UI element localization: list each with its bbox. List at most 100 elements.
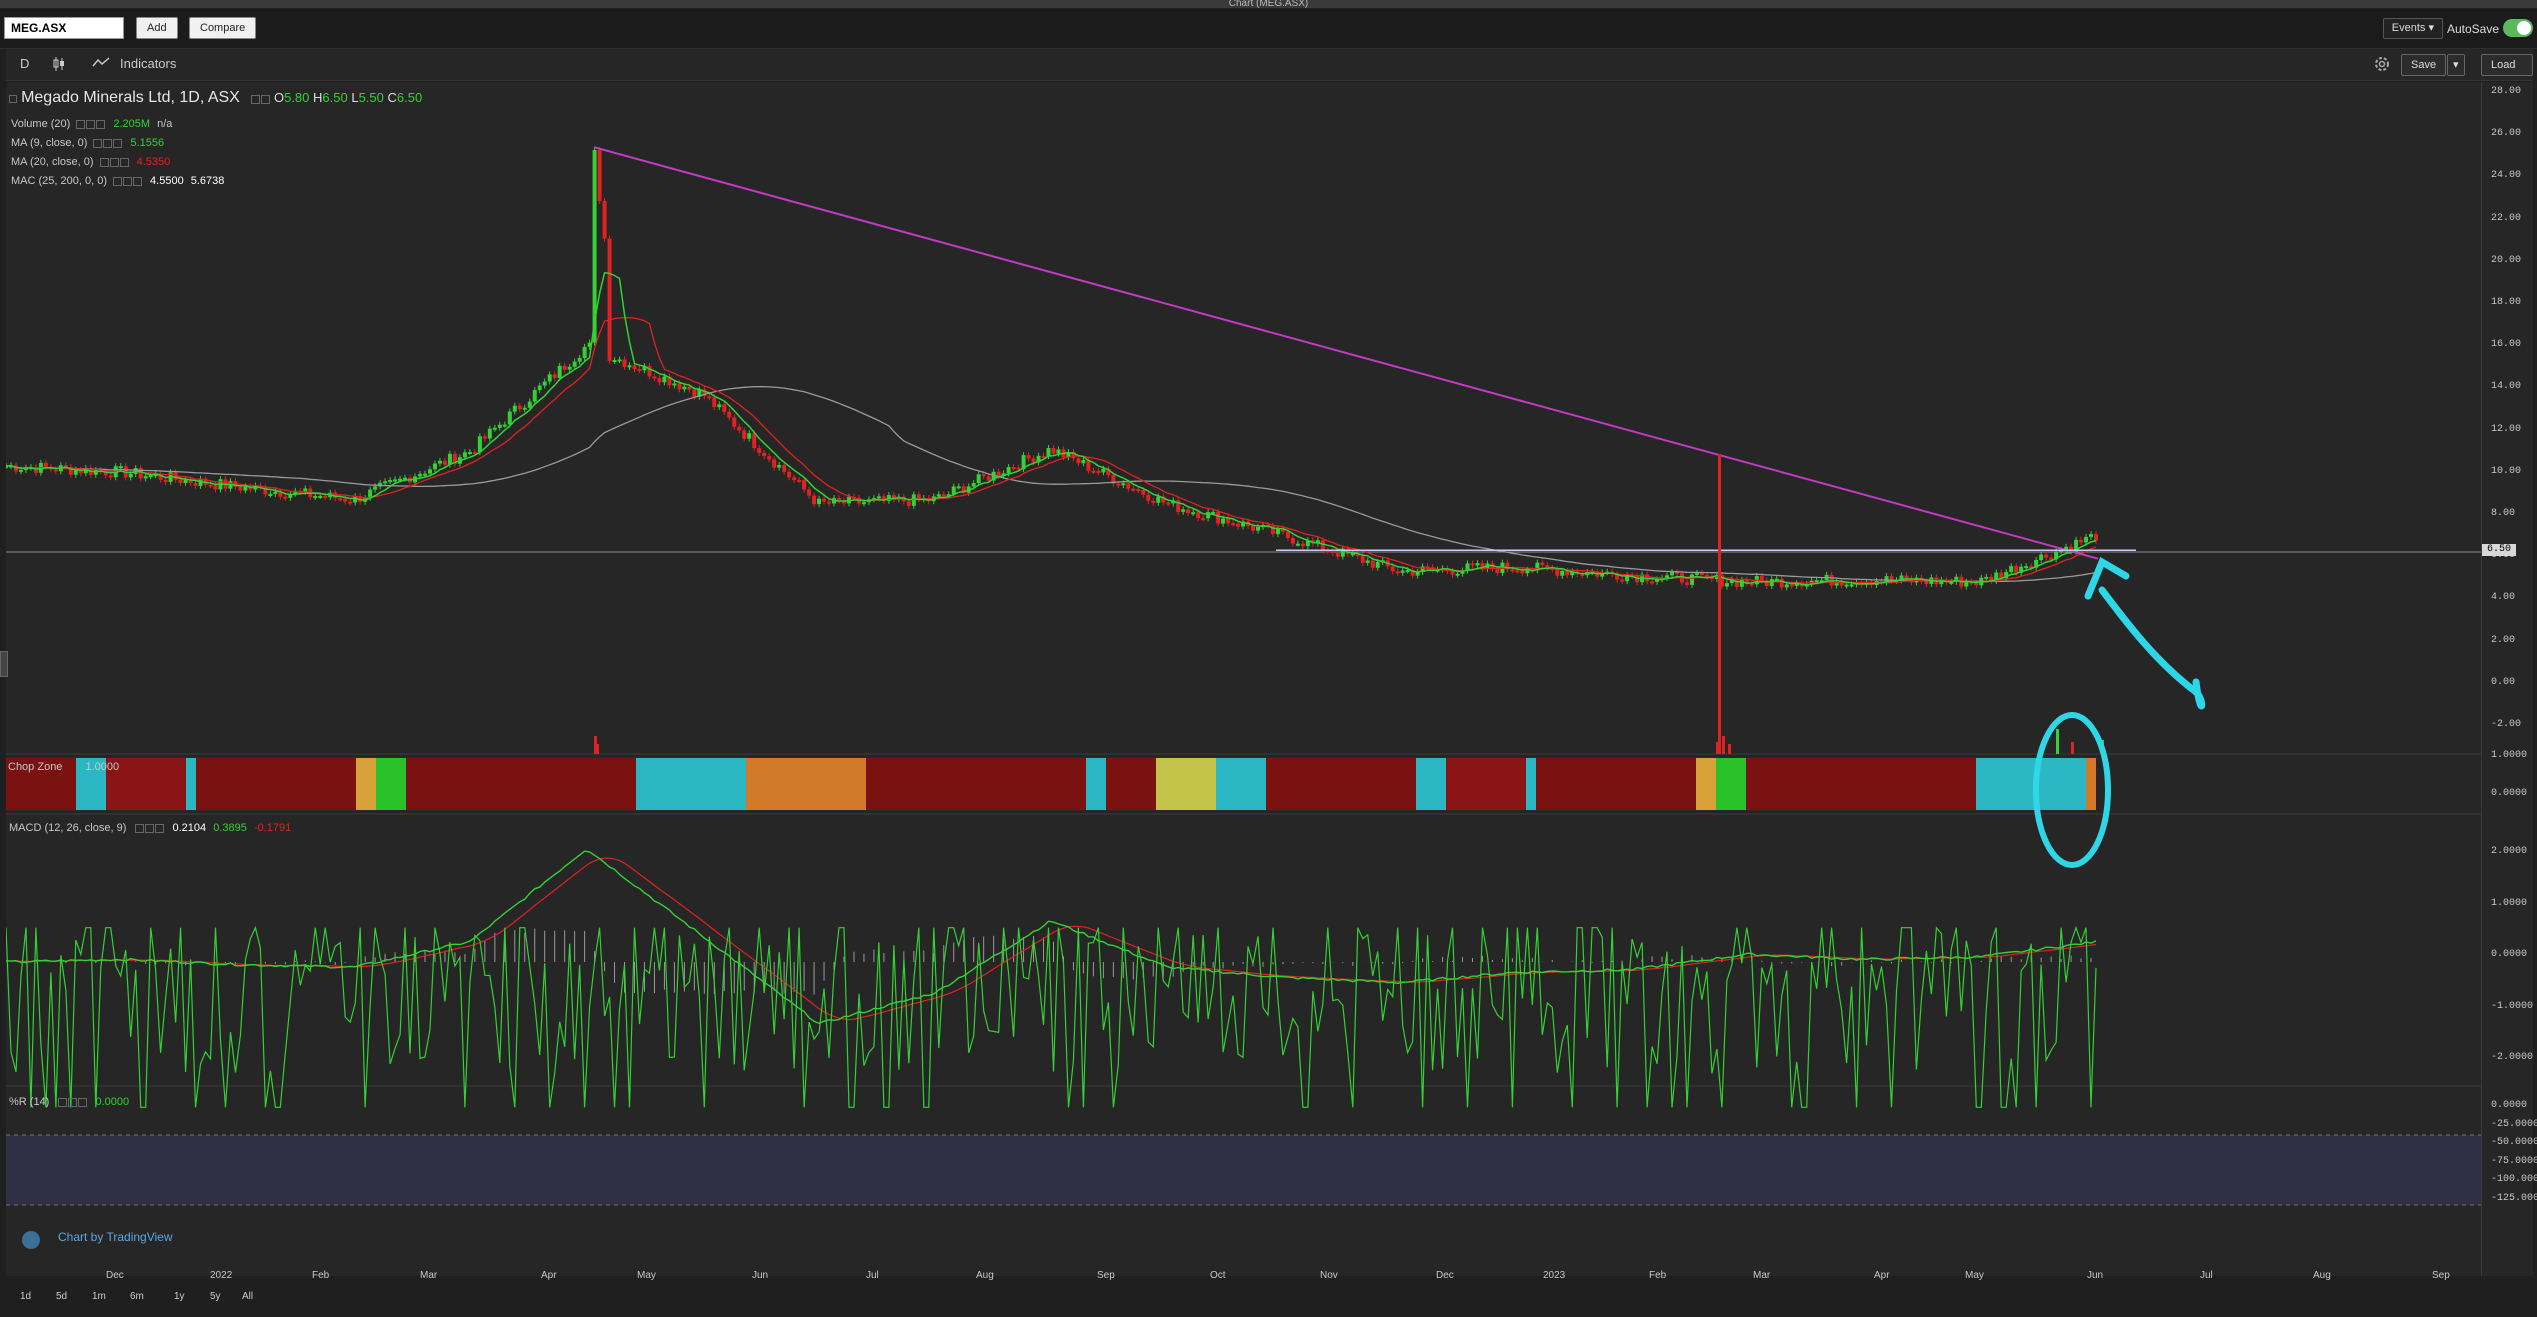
load-button[interactable]: Load ▾	[2481, 54, 2533, 91]
williams-settings-icon[interactable]	[68, 1097, 78, 1107]
macd-eye-icon[interactable]	[135, 823, 145, 833]
collapse-legend-icon[interactable]	[9, 95, 17, 104]
macd-settings-icon[interactable]	[145, 823, 155, 833]
williams-eye-icon[interactable]	[58, 1097, 68, 1107]
save-options-chevron-down-icon[interactable]: ▾	[2447, 54, 2465, 76]
candle-body	[2039, 554, 2044, 561]
candle-body	[1470, 563, 1475, 566]
price-chart[interactable]	[6, 82, 2481, 1276]
candle-body	[1046, 448, 1051, 457]
symbol-title: Megado Minerals Ltd, 1D, ASX	[21, 89, 240, 106]
candle-body	[477, 436, 482, 453]
autosave-toggle[interactable]	[2503, 19, 2533, 37]
range-button-5y[interactable]: 5y	[210, 1291, 221, 1302]
indicators-button[interactable]: Indicators	[120, 56, 176, 71]
add-button[interactable]: Add	[136, 17, 178, 39]
chop-segment	[1976, 758, 2086, 810]
time-axis-label: Sep	[1097, 1270, 1115, 1281]
indicator-legend[interactable]: MA (20, close, 0) 4.5350	[11, 156, 170, 168]
candle-body	[178, 479, 183, 483]
indicator-label: MA (9, close, 0)	[11, 137, 88, 149]
indicator-eye-icon[interactable]	[93, 138, 103, 148]
range-button-1m[interactable]: 1m	[92, 1291, 106, 1302]
indicator-settings-icon[interactable]	[123, 176, 132, 186]
candle-body	[672, 383, 677, 386]
indicator-eye-icon[interactable]	[113, 176, 122, 186]
indicator-legend[interactable]: MA (9, close, 0) 5.1556	[11, 137, 164, 149]
candle-body	[2094, 534, 2098, 541]
indicator-close-icon[interactable]	[113, 138, 123, 148]
interval-button[interactable]: D	[20, 56, 29, 71]
candle-body	[951, 486, 956, 495]
indicator-settings-icon[interactable]	[103, 138, 113, 148]
indicator-close-icon[interactable]	[133, 176, 142, 186]
candle-body	[1141, 490, 1146, 495]
williams-close-icon[interactable]	[78, 1097, 88, 1107]
indicator-eye-icon[interactable]	[99, 157, 109, 167]
macd-legend: MACD (12, 26, close, 9) 0.2104 0.3895 -0…	[9, 822, 291, 834]
candle-body	[1101, 468, 1106, 473]
wr-axis-label: -100.0000	[2491, 1174, 2537, 1185]
legend-settings-icon[interactable]	[260, 94, 270, 104]
candle-body	[936, 494, 941, 497]
indicator-settings-icon[interactable]	[109, 157, 119, 167]
candle-body	[1924, 581, 1929, 585]
candle-body	[1226, 518, 1231, 524]
candle-body	[1814, 580, 1819, 583]
price-axis-label: 8.00	[2491, 508, 2516, 519]
symbol-input[interactable]	[4, 17, 124, 39]
price-axis-label: 18.00	[2491, 297, 2522, 308]
legend-eye-icon[interactable]	[250, 94, 260, 104]
candle-style-icon[interactable]	[52, 56, 66, 75]
indicator-close-icon[interactable]	[119, 157, 129, 167]
left-panel-handle[interactable]	[0, 651, 8, 677]
indicators-icon[interactable]	[92, 56, 110, 71]
range-button-1y[interactable]: 1y	[174, 1291, 185, 1302]
candle-body	[1290, 538, 1295, 544]
candle-body	[792, 477, 797, 480]
candle-body	[772, 459, 777, 468]
candle-body	[383, 481, 388, 484]
indicator-close-icon[interactable]	[96, 119, 106, 129]
ohlc-key-c: C	[383, 90, 397, 105]
chart-toolbar: D Indicators Save ▾ Load ▾	[6, 49, 2533, 91]
candle-body	[822, 498, 827, 502]
ma-20-line	[6, 316, 2097, 584]
candle-body	[2049, 557, 2054, 560]
candle-body	[43, 462, 48, 467]
volume-bar	[1722, 736, 1725, 754]
events-dropdown[interactable]: Events ▾	[2382, 18, 2443, 39]
tradingview-credit[interactable]: Chart by TradingView	[58, 1230, 173, 1244]
ohlc-value-h: 6.50	[322, 90, 348, 105]
range-button-1d[interactable]: 1d	[20, 1291, 31, 1302]
candle-body	[1450, 571, 1455, 575]
indicator-label: Volume (20)	[11, 118, 71, 130]
indicator-eye-icon[interactable]	[76, 119, 86, 129]
time-axis-label: Jul	[866, 1270, 879, 1281]
candle-body	[1555, 569, 1560, 576]
candle-body	[996, 471, 1001, 476]
candles	[6, 146, 2098, 591]
macd-label: MACD (12, 26, close, 9)	[9, 822, 127, 834]
range-button-6m[interactable]: 6m	[130, 1291, 144, 1302]
indicator-legend[interactable]: Volume (20) 2.205M n/a	[11, 118, 172, 130]
compare-button[interactable]: Compare	[189, 17, 257, 39]
candle-body	[53, 469, 58, 472]
candle-body	[1206, 512, 1211, 519]
candle-body	[1131, 488, 1136, 491]
range-button-all[interactable]: All	[242, 1291, 253, 1302]
candle-body	[1779, 578, 1784, 588]
time-axis-label: Dec	[106, 1270, 124, 1281]
candle-body	[577, 357, 582, 362]
macd-close-icon[interactable]	[155, 823, 165, 833]
candle-body	[707, 396, 712, 399]
chart-area[interactable]: Megado Minerals Ltd, 1D, ASX O5.80 H6.50…	[6, 82, 2481, 1276]
price-axis[interactable]: 28.00 26.00 24.00 22.00 20.00 18.00 16.00 14.00…	[2481, 82, 2537, 1276]
settings-gear-icon[interactable]	[2373, 55, 2391, 76]
save-button[interactable]: Save	[2401, 54, 2447, 76]
time-axis-label: Jun	[2087, 1270, 2104, 1281]
indicator-legend[interactable]: MAC (25, 200, 0, 0) 4.5500 5.6738	[11, 175, 224, 187]
indicator-settings-icon[interactable]	[86, 119, 96, 129]
range-button-5d[interactable]: 5d	[56, 1291, 67, 1302]
candle-body	[1216, 511, 1221, 524]
